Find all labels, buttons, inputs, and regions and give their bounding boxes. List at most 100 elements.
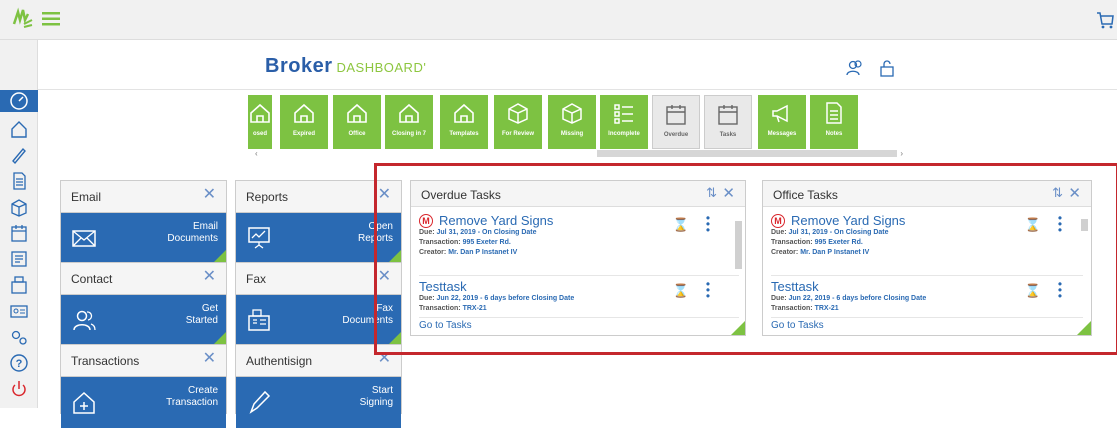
house-icon: [347, 103, 367, 123]
tile-expired[interactable]: Expired: [280, 95, 328, 149]
page-title: Broker DASHBOARD': [265, 55, 426, 78]
card-title: Transactions: [71, 353, 140, 368]
tile-office[interactable]: Office: [333, 95, 381, 149]
card-action-label: Start Signing: [359, 385, 393, 408]
envelope-icon: [72, 230, 96, 247]
document-icon: [13, 172, 26, 190]
nav-help[interactable]: ?: [6, 352, 32, 374]
card-title: Email: [71, 189, 102, 204]
scroll-thumb[interactable]: [597, 150, 897, 157]
brand-tm: ': [423, 60, 427, 75]
report-icon: [11, 251, 27, 267]
nav-logout[interactable]: [6, 378, 32, 400]
card-action-label: Email Documents: [167, 221, 218, 244]
house-icon: [454, 103, 474, 123]
nav-documents[interactable]: [6, 170, 32, 192]
tile-label: osed: [252, 131, 267, 137]
tile-label: For Review: [501, 131, 534, 137]
help-icon: ?: [10, 354, 28, 372]
card-title: Reports: [246, 189, 289, 204]
tile-label: Office: [348, 131, 366, 137]
calendar-icon: [666, 105, 686, 125]
card-action-label: Create Transaction: [166, 385, 218, 408]
house-icon: [399, 103, 419, 123]
tile-templates[interactable]: Templates: [440, 95, 488, 149]
tile-for-review[interactable]: For Review: [494, 95, 542, 149]
calendar-icon: [718, 105, 738, 125]
house-icon: [11, 121, 27, 138]
tile-label: Closing in 7: [391, 131, 426, 137]
tile-incomplete[interactable]: Incomplete: [600, 95, 648, 149]
box-icon: [11, 199, 27, 217]
tile-closing-in-7[interactable]: Closing in 7: [385, 95, 433, 149]
tile-strip-scrollbar[interactable]: ‹ ›: [255, 149, 903, 158]
cart-icon[interactable]: [1095, 10, 1115, 30]
get-started-button[interactable]: Get Started: [61, 295, 226, 346]
close-icon[interactable]: ✕: [203, 351, 216, 367]
create-transaction-button[interactable]: Create Transaction: [61, 377, 226, 428]
megaphone-icon: [772, 104, 788, 123]
tile-osed[interactable]: osed: [248, 95, 272, 149]
users-icon[interactable]: [845, 58, 865, 78]
tile-label: Incomplete: [608, 131, 640, 137]
tile-label: Overdue: [663, 132, 689, 138]
tile-messages[interactable]: Messages: [758, 95, 806, 149]
users-icon: [73, 310, 96, 331]
card-title: Fax: [246, 271, 267, 286]
card-title: Contact: [71, 271, 113, 286]
nav-box[interactable]: [6, 196, 32, 218]
tile-label: Notes: [825, 131, 843, 137]
email-documents-button[interactable]: Email Documents: [61, 213, 226, 264]
nav-contacts[interactable]: [6, 300, 32, 322]
checklist-icon: [614, 104, 633, 124]
brand-name: Broker: [265, 55, 333, 77]
close-icon[interactable]: ✕: [203, 269, 216, 285]
scroll-right-icon[interactable]: ›: [900, 149, 903, 158]
tile-label: Templates: [449, 131, 479, 137]
tile-tasks[interactable]: Tasks: [704, 95, 752, 149]
nav-settings[interactable]: [6, 326, 32, 348]
gears-icon: [11, 330, 27, 345]
tile-missing[interactable]: Missing: [548, 95, 596, 149]
left-nav-rail: ?: [0, 40, 38, 408]
tile-overdue[interactable]: Overdue: [652, 95, 700, 149]
calendar-icon: [11, 225, 27, 242]
house-plus-icon: [73, 391, 95, 414]
fax-icon: [11, 276, 27, 294]
scroll-left-icon[interactable]: ‹: [255, 149, 258, 158]
svg-text:?: ?: [16, 358, 23, 370]
close-icon[interactable]: ✕: [203, 187, 216, 203]
card-header: Contact ✕: [61, 263, 226, 295]
brand-sub: DASHBOARD: [336, 60, 424, 75]
unlock-icon[interactable]: [877, 58, 897, 78]
box-icon: [508, 103, 528, 124]
status-tile-strip: osed Expired Office Closing in 7 Templates Fo…: [248, 95, 908, 155]
house-icon: [250, 103, 270, 123]
tile-notes[interactable]: Notes: [810, 95, 858, 149]
note-icon: [826, 102, 842, 124]
tile-label: Messages: [767, 131, 797, 137]
pen-icon: [12, 147, 26, 165]
nav-calendar[interactable]: [6, 222, 32, 244]
start-signing-button[interactable]: Start Signing: [236, 377, 401, 428]
pen-icon: [249, 390, 271, 414]
nav-home[interactable]: [6, 118, 32, 140]
nav-dashboard[interactable]: [0, 90, 38, 112]
nav-edit[interactable]: [6, 144, 32, 166]
gauge-icon: [10, 92, 28, 110]
hamburger-menu-icon[interactable]: [42, 12, 60, 26]
app-logo-icon[interactable]: [10, 6, 36, 32]
id-card-icon: [10, 305, 28, 318]
card-title: Authentisign: [246, 353, 313, 368]
contact-card: Contact ✕ Get Started: [60, 262, 227, 347]
card-action-label: Get Started: [185, 303, 218, 326]
card-header: Email ✕: [61, 181, 226, 213]
nav-fax[interactable]: [6, 274, 32, 296]
presentation-chart-icon: [248, 227, 270, 249]
power-icon: [12, 381, 26, 397]
top-bar: [0, 0, 1117, 40]
nav-reports[interactable]: [6, 248, 32, 270]
email-card: Email ✕ Email Documents: [60, 180, 227, 265]
tile-label: Expired: [292, 131, 315, 137]
tile-label: Missing: [560, 131, 584, 137]
